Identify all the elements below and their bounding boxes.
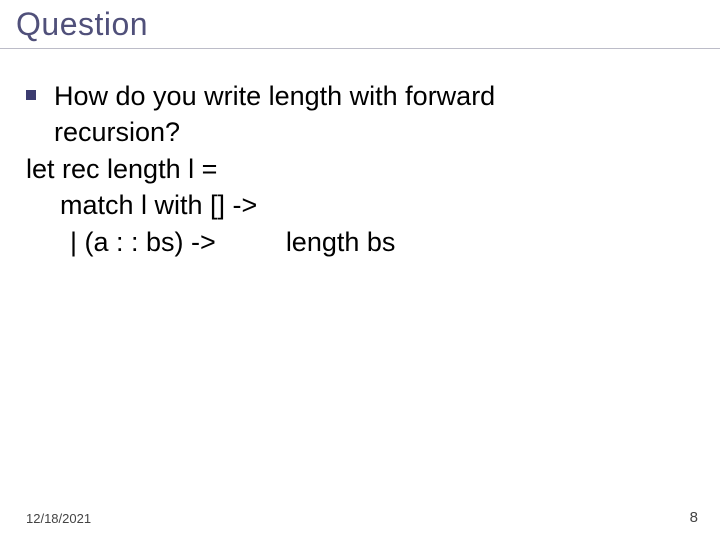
square-bullet-icon: [26, 90, 36, 100]
code-line-3a: | (a : : bs) ->: [70, 227, 216, 257]
footer-date: 12/18/2021: [26, 511, 91, 526]
bullet-text: How do you write length with forward rec…: [54, 78, 700, 151]
code-line-2: match l with [] ->: [60, 187, 700, 223]
slide-body: How do you write length with forward rec…: [26, 78, 700, 260]
slide: Question How do you write length with fo…: [0, 0, 720, 540]
bullet-line-1: How do you write length with forward: [54, 81, 495, 111]
bullet-item: How do you write length with forward rec…: [26, 78, 700, 151]
code-line-1: let rec length l =: [26, 151, 700, 187]
title-underline: [0, 48, 720, 49]
bullet-line-2: recursion?: [54, 117, 180, 147]
slide-title: Question: [16, 6, 148, 43]
code-line-3b: length bs: [286, 227, 396, 257]
code-line-3: | (a : : bs) -> length bs: [70, 224, 700, 260]
footer-page-number: 8: [690, 509, 698, 526]
